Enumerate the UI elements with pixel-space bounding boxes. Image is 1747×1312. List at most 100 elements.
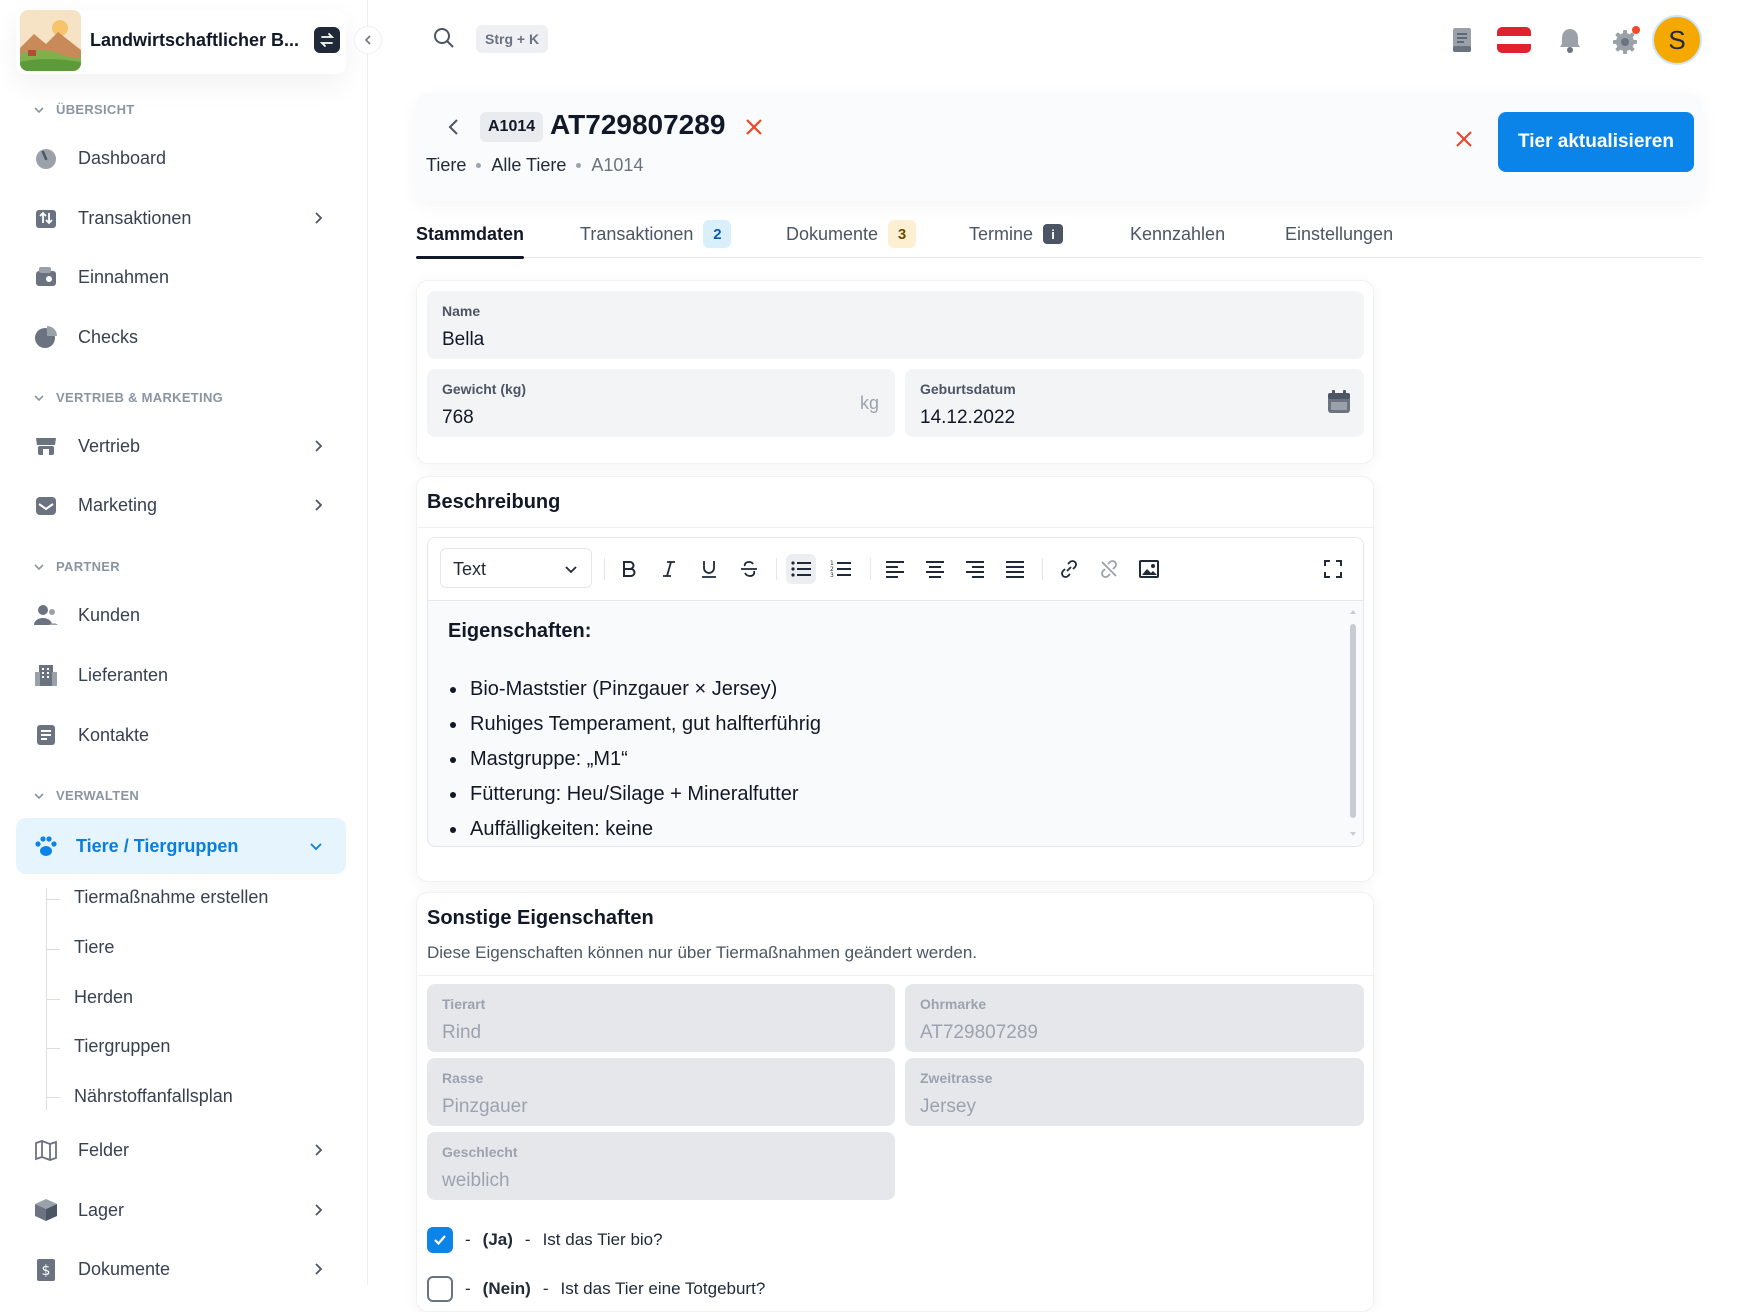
format-select[interactable]: Text	[440, 548, 592, 588]
scroll-up-icon[interactable]	[1349, 608, 1357, 616]
tab-termine[interactable]: Termine i	[969, 210, 1064, 258]
stillbirth-checkbox-row: - (Nein) - Ist das Tier eine Totgeburt?	[427, 1276, 765, 1302]
breadcrumb-alle-tiere[interactable]: Alle Tiere	[491, 155, 566, 176]
tab-transaktionen[interactable]: Transaktionen 2	[580, 210, 732, 258]
italic-icon[interactable]	[654, 554, 684, 584]
gear-icon[interactable]	[1611, 24, 1643, 56]
back-arrow-icon[interactable]	[442, 115, 466, 139]
rich-text-editor[interactable]: Text 123 Eigenschaften: Bio-	[427, 537, 1364, 847]
avatar[interactable]: S	[1652, 15, 1702, 65]
numbered-list-icon[interactable]: 123	[826, 554, 856, 584]
sidebar-item-dashboard[interactable]: Dashboard	[28, 134, 348, 182]
pie-chart-icon	[32, 323, 60, 351]
store-icon	[32, 432, 60, 460]
bold-icon[interactable]	[614, 554, 644, 584]
chevron-down-icon	[34, 394, 44, 401]
section-overview[interactable]: ÜBERSICHT	[32, 102, 135, 117]
editor-content[interactable]: Eigenschaften: Bio-Maststier (Pinzgauer …	[448, 614, 821, 846]
section-partner[interactable]: PARTNER	[32, 559, 120, 574]
sidebar-item-lager[interactable]: Lager	[28, 1186, 348, 1234]
update-animal-button[interactable]: Tier aktualisieren	[1498, 112, 1694, 172]
book-icon[interactable]	[1446, 24, 1478, 56]
tab-bar: Stammdaten Transaktionen 2 Dokumente 3 T…	[416, 210, 1702, 259]
fullscreen-icon[interactable]	[1318, 554, 1348, 584]
image-icon[interactable]	[1134, 554, 1164, 584]
count-badge: 3	[888, 220, 917, 248]
calendar-icon[interactable]	[1326, 389, 1352, 415]
underline-icon[interactable]	[694, 554, 724, 584]
collapse-sidebar-button[interactable]	[354, 26, 382, 54]
bullet-list-icon[interactable]	[786, 554, 816, 584]
close-icon[interactable]	[742, 115, 766, 139]
submenu-tick	[46, 1097, 60, 1098]
id-tag: A1014	[480, 112, 544, 142]
weight-field[interactable]: Gewicht (kg) 768 kg	[427, 369, 895, 437]
birthdate-field[interactable]: Geburtsdatum 14.12.2022	[905, 369, 1364, 437]
dash: -	[524, 1230, 531, 1249]
align-center-icon[interactable]	[920, 554, 950, 584]
chevron-down-icon	[34, 563, 44, 570]
sidebar-item-transaktionen[interactable]: Transaktionen	[28, 194, 348, 242]
users-icon	[32, 601, 60, 629]
sidebar-item-marketing[interactable]: Marketing	[28, 481, 348, 529]
svg-text:3: 3	[830, 572, 834, 579]
submenu-naehrstoffanfallsplan[interactable]: Nährstoffanfallsplan	[74, 1086, 233, 1107]
other-properties-title: Sonstige Eigenschaften	[427, 907, 654, 929]
search-icon[interactable]	[432, 26, 456, 50]
unlink-icon[interactable]	[1094, 554, 1124, 584]
align-justify-icon[interactable]	[1000, 554, 1030, 584]
sidebar-item-dokumente[interactable]: $ Dokumente	[28, 1245, 348, 1293]
align-left-icon[interactable]	[880, 554, 910, 584]
editor-toolbar: Text 123	[428, 538, 1363, 601]
section-sales-marketing[interactable]: VERTRIEB & MARKETING	[32, 390, 223, 405]
sidebar-item-kontakte[interactable]: Kontakte	[28, 711, 348, 759]
name-field[interactable]: Name Bella	[427, 291, 1364, 359]
breadcrumb-tiere[interactable]: Tiere	[426, 155, 466, 176]
organic-checkbox-row: - (Ja) - Ist das Tier bio?	[427, 1227, 663, 1253]
align-right-icon[interactable]	[960, 554, 990, 584]
list-item: Fütterung: Heu/Silage + Mineralfutter	[468, 777, 821, 812]
search-shortcut[interactable]: Strg + K	[476, 25, 549, 53]
sidebar-item-einnahmen[interactable]: Einnahmen	[28, 253, 348, 301]
tab-dokumente[interactable]: Dokumente 3	[786, 210, 917, 258]
tab-einstellungen[interactable]: Einstellungen	[1285, 210, 1393, 258]
submenu-herden[interactable]: Herden	[74, 987, 133, 1008]
chevron-right-icon	[315, 212, 323, 224]
editor-scrollbar[interactable]	[1349, 608, 1357, 838]
submenu-tiermassnahme[interactable]: Tiermaßnahme erstellen	[74, 887, 268, 908]
tab-kennzahlen[interactable]: Kennzahlen	[1130, 210, 1225, 258]
record-header: A1014 AT729807289 Tiere Alle Tiere A1014…	[416, 93, 1702, 201]
strikethrough-icon[interactable]	[734, 554, 764, 584]
section-manage[interactable]: VERWALTEN	[32, 788, 139, 803]
sidebar-item-lieferanten[interactable]: Lieferanten	[28, 651, 348, 699]
chevron-right-icon	[315, 1204, 323, 1216]
dashboard-icon	[32, 144, 60, 172]
organic-checkbox[interactable]	[427, 1227, 453, 1253]
stillbirth-checkbox[interactable]	[427, 1276, 453, 1302]
bell-icon[interactable]	[1554, 24, 1586, 56]
scrollbar-thumb[interactable]	[1350, 624, 1356, 818]
sidebar-item-checks[interactable]: Checks	[28, 313, 348, 361]
tab-stammdaten[interactable]: Stammdaten	[416, 210, 525, 259]
dash: -	[465, 1230, 471, 1249]
submenu-tiere[interactable]: Tiere	[74, 937, 114, 958]
cancel-icon[interactable]	[1452, 127, 1476, 151]
eartag-field: Ohrmarke AT729807289	[905, 984, 1364, 1052]
submenu-tick	[46, 999, 60, 1000]
brand-switcher[interactable]: Landwirtschaftlicher B...	[16, 10, 346, 74]
link-icon[interactable]	[1054, 554, 1084, 584]
sidebar-item-kunden[interactable]: Kunden	[28, 591, 348, 639]
scroll-down-icon[interactable]	[1349, 830, 1357, 838]
switch-icon[interactable]	[314, 27, 340, 53]
submenu-tiergruppen[interactable]: Tiergruppen	[74, 1036, 170, 1057]
divider	[417, 975, 1375, 976]
sidebar-item-felder[interactable]: Felder	[28, 1126, 348, 1174]
austria-flag-icon[interactable]	[1496, 24, 1532, 56]
toolbar-separator	[1042, 558, 1043, 580]
contacts-icon	[32, 721, 60, 749]
chevron-down-icon	[34, 106, 44, 113]
sidebar-item-tiere-tiergruppen[interactable]: Tiere / Tiergruppen	[16, 818, 346, 874]
sidebar-item-vertrieb[interactable]: Vertrieb	[28, 422, 348, 470]
toolbar-separator	[776, 558, 777, 580]
chevron-down-icon	[310, 843, 322, 851]
